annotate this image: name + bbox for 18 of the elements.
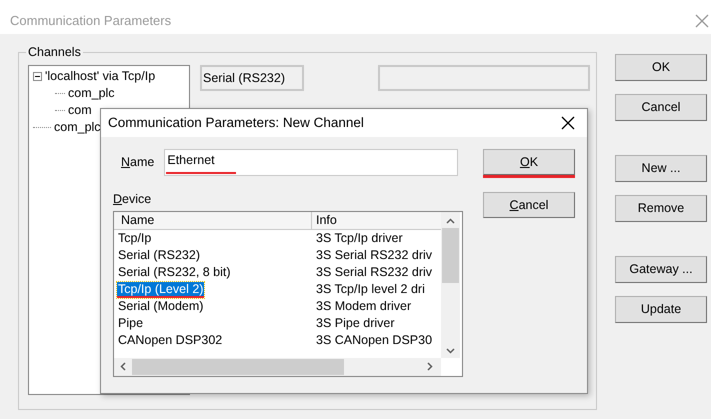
name-label: Name [121, 154, 154, 172]
device-name: Tcp/Ip (Level 2) [117, 282, 204, 298]
device-label: Device [113, 191, 152, 208]
device-name: Pipe [117, 316, 144, 330]
device-name: Serial (RS232) [117, 248, 201, 262]
device-info: 3S Tcp/Ip level 2 dri [315, 280, 426, 298]
dialog-title: Communication Parameters: New Channel [108, 114, 364, 132]
device-name: CANopen DSP302 [117, 332, 224, 347]
device-info: 3S Tcp/Ip driver [315, 230, 404, 247]
device-info: 3S CANopen DSP30 [315, 332, 434, 349]
device-name: Serial (Modem) [117, 298, 204, 313]
device-info: 3S Serial RS232 driv [315, 246, 434, 264]
device-info: 3S Serial RS232 driv [315, 264, 434, 281]
device-info: 3S Pipe driver [315, 314, 396, 332]
window-title: Communication Parameters [10, 12, 172, 30]
device-name: Tcp/Ip [117, 230, 152, 245]
device-info: 3S Modem driver [315, 298, 412, 315]
device-name: Serial (RS232, 8 bit) [117, 264, 232, 279]
